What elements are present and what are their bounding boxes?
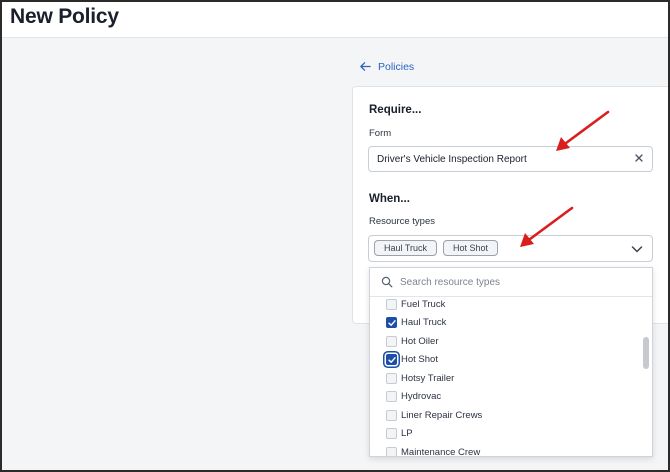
checkbox-unchecked[interactable] [386,336,397,347]
resource-types-select[interactable]: Haul Truck Hot Shot [368,235,653,262]
form-select-value: Driver's Vehicle Inspection Report [377,154,527,165]
option-hotsy-trailer[interactable]: Hotsy Trailer [370,370,646,388]
checkmark-icon [388,320,396,326]
app-window: New Policy Policies Require... Form Driv… [0,0,670,472]
option-hot-shot[interactable]: Hot Shot [370,351,646,369]
form-label: Form [369,128,392,139]
option-lp[interactable]: LP [370,425,646,443]
option-label: Liner Repair Crews [401,410,483,421]
search-resource-types-input[interactable] [400,272,640,292]
resource-types-dropdown: Fuel Truck Haul Truck Hot Oiler Hot Shot… [369,267,653,457]
option-haul-truck[interactable]: Haul Truck [370,314,646,332]
chip-hot-shot[interactable]: Hot Shot [443,240,499,256]
option-label: Hydrovac [401,391,442,402]
dropdown-search-row [370,268,652,297]
option-liner-repair-crews[interactable]: Liner Repair Crews [370,407,646,425]
option-label: Hot Oiler [401,336,439,347]
back-to-policies-link[interactable]: Policies [359,60,414,73]
option-label: Hotsy Trailer [401,373,455,384]
checkbox-unchecked[interactable] [386,410,397,421]
back-link-label: Policies [378,60,415,73]
checkbox-unchecked[interactable] [386,428,397,439]
chevron-down-icon[interactable] [631,244,643,254]
search-icon [381,276,393,288]
option-label: Fuel Truck [401,299,446,310]
annotation-arrow-icon [556,110,610,151]
page-header: New Policy [2,2,668,38]
option-fuel-truck[interactable]: Fuel Truck [370,296,646,314]
require-heading: Require... [369,104,422,116]
resource-types-label: Resource types [369,216,436,227]
option-hydrovac[interactable]: Hydrovac [370,388,646,406]
annotation-arrow-icon [520,206,574,247]
option-label: Maintenance Crew [401,447,481,457]
option-label: Haul Truck [401,317,447,328]
chip-haul-truck[interactable]: Haul Truck [374,240,438,256]
page-title: New Policy [10,5,119,28]
checkbox-unchecked[interactable] [386,373,397,384]
checkmark-icon [388,357,396,363]
when-heading: When... [369,193,410,205]
checkbox-checked[interactable] [386,354,397,365]
checkbox-unchecked[interactable] [386,299,397,310]
dropdown-scrollbar[interactable] [643,337,649,369]
checkbox-unchecked[interactable] [386,447,397,456]
option-maintenance-crew[interactable]: Maintenance Crew [370,444,646,457]
option-label: Hot Shot [401,354,438,365]
arrow-left-icon [360,62,371,71]
option-hot-oiler[interactable]: Hot Oiler [370,333,646,351]
checkbox-unchecked[interactable] [386,391,397,402]
option-label: LP [401,428,413,439]
checkbox-checked[interactable] [386,317,397,328]
close-icon[interactable] [633,152,645,164]
